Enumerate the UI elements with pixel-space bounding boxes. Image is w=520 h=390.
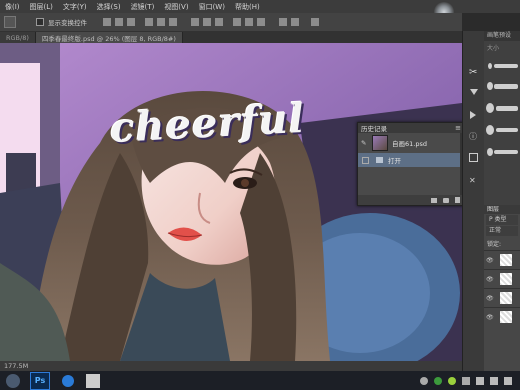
align-distribute-icons[interactable] [101, 16, 401, 28]
tray-status-icon[interactable] [434, 376, 442, 385]
history-panel-icon[interactable] [469, 153, 478, 162]
history-panel-footer [358, 195, 464, 205]
trash-icon[interactable] [455, 197, 460, 203]
network-icon[interactable] [476, 376, 484, 385]
visibility-eye-icon[interactable]: 👁 [486, 295, 494, 302]
snapshot-source-icon: ✎ [361, 139, 367, 147]
tab-label: RGB/8) [6, 33, 29, 42]
layer-row[interactable]: 👁 [484, 288, 520, 307]
history-panel-header[interactable]: 历史记录 ≡ [358, 123, 464, 133]
tab-previous-doc[interactable]: RGB/8) [0, 32, 36, 43]
layer-thumbnail [499, 273, 512, 285]
layer-row[interactable]: 👁 [484, 269, 520, 288]
volume-icon[interactable] [490, 376, 498, 385]
brush-size-label: 大小 [487, 45, 500, 52]
layers-tab-label: 图层 [487, 206, 500, 213]
new-snapshot-icon[interactable] [443, 197, 449, 203]
visibility-eye-icon[interactable]: 👁 [486, 314, 494, 321]
blend-mode-value: 正常 [489, 227, 502, 234]
right-dock: 画笔预设 大小 图层 P 类型 正常 锁定: 👁 👁 👁 👁 [484, 31, 520, 371]
taskbar: Ps [0, 371, 520, 390]
snapshot-name: 自画61.psd [392, 140, 427, 148]
tool-preset-icon[interactable] [4, 16, 16, 28]
brush-strokes-list[interactable] [484, 54, 520, 164]
document-tab-strip: RGB/8) 四季春最终版.psd @ 26% (图层 8, RGB/8#) [0, 31, 462, 43]
menu-type[interactable]: 文字(Y) [58, 2, 92, 12]
history-step-label: 打开 [388, 157, 401, 165]
tray-status-icon[interactable] [448, 376, 456, 385]
menu-window[interactable]: 窗口(W) [194, 2, 230, 12]
menu-image[interactable]: 像(I) [0, 2, 25, 12]
tray-status-icon[interactable] [504, 376, 512, 385]
status-bar: 177.5M [0, 361, 462, 371]
photoshop-taskbar-icon[interactable]: Ps [30, 371, 50, 390]
auto-select-checkbox[interactable] [36, 18, 44, 26]
info-panel-icon[interactable]: ⓘ [469, 131, 477, 142]
layer-row[interactable]: 👁 [484, 307, 520, 326]
menu-help[interactable]: 帮助(H) [230, 2, 265, 12]
expand-arrow-icon[interactable] [470, 111, 476, 119]
menu-view[interactable]: 视图(V) [159, 2, 193, 12]
step-checkbox [362, 156, 369, 164]
history-panel: 历史记录 ≡ ✎ 自画61.psd 打开 [357, 122, 465, 206]
tools-panel-icon[interactable]: ✕ [469, 176, 476, 185]
start-button[interactable] [6, 373, 20, 388]
blend-mode-select[interactable]: 正常 [486, 226, 518, 236]
panel-icon-strip: ✂ ⓘ ✕ [462, 31, 485, 371]
visibility-eye-icon[interactable]: 👁 [486, 276, 494, 283]
menu-layer[interactable]: 图层(L) [25, 2, 58, 12]
tab-label: 四季春最终版.psd @ 26% (图层 8, RGB/8#) [41, 34, 176, 43]
layers-panel: 图层 P 类型 正常 锁定: 👁 👁 👁 👁 [484, 205, 520, 371]
open-step-icon [376, 157, 383, 163]
scissors-icon[interactable]: ✂ [469, 67, 477, 78]
collapse-arrow-icon[interactable] [470, 89, 478, 95]
show-transform-label: 显示变换控件 [48, 19, 87, 27]
snapshot-thumbnail [372, 135, 388, 151]
app-taskbar-icon[interactable] [86, 373, 100, 388]
layers-tab[interactable]: 图层 [484, 205, 520, 214]
new-document-from-state-icon[interactable] [431, 197, 437, 203]
brush-presets-tab[interactable]: 画笔预设 [484, 31, 520, 41]
layer-thumbnail [499, 254, 512, 266]
layer-row[interactable]: 👁 [484, 250, 520, 269]
history-snapshot-row[interactable]: ✎ 自画61.psd [358, 133, 464, 153]
tray-icons[interactable] [420, 376, 512, 385]
brush-presets-title: 画笔预设 [487, 32, 512, 39]
panel-menu-icon[interactable]: ≡ [455, 124, 461, 132]
options-bar: 显示变换控件 [0, 13, 462, 32]
tab-active-doc[interactable]: 四季春最终版.psd @ 26% (图层 8, RGB/8#) [35, 32, 183, 43]
kind-filter-label: P 类型 [489, 216, 507, 223]
layer-thumbnail [499, 311, 512, 323]
history-panel-title: 历史记录 [361, 125, 387, 133]
history-step-open[interactable]: 打开 [358, 153, 464, 167]
lock-label: 锁定: [487, 241, 502, 248]
user-icon[interactable] [420, 376, 428, 385]
app-taskbar-icon[interactable] [62, 374, 74, 387]
tray-status-icon[interactable] [462, 376, 470, 385]
visibility-eye-icon[interactable]: 👁 [486, 257, 494, 264]
menu-filter[interactable]: 滤镜(T) [126, 2, 160, 12]
layer-kind-filter[interactable]: P 类型 [486, 215, 518, 225]
doc-size-readout: 177.5M [4, 362, 29, 370]
menu-select[interactable]: 选择(S) [92, 2, 126, 12]
layer-thumbnail [499, 292, 512, 304]
